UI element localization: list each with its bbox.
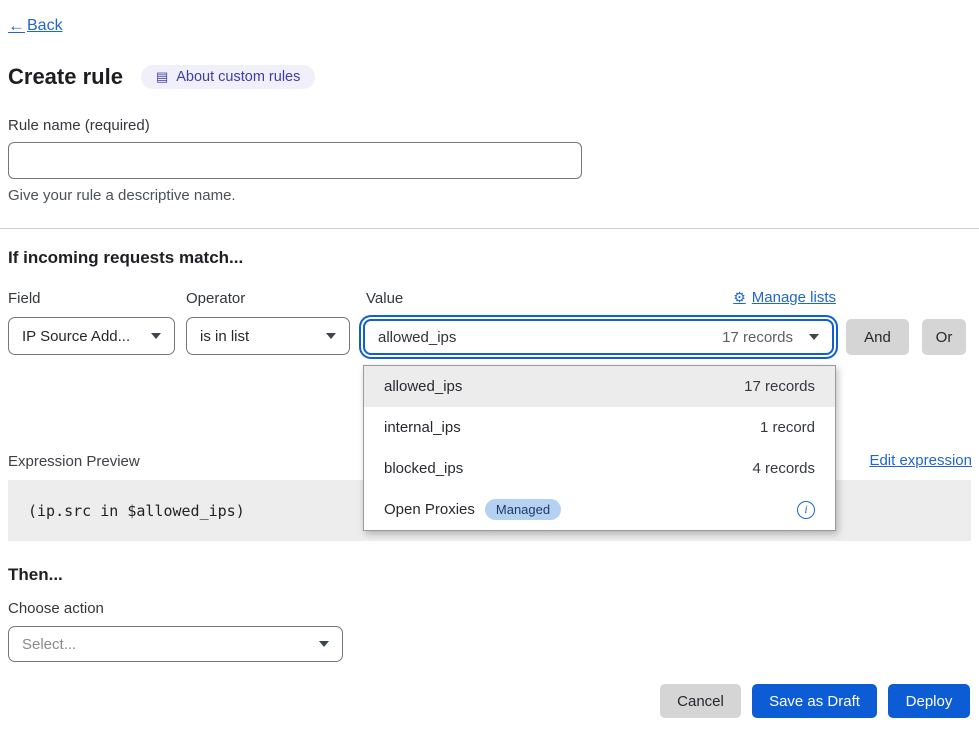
edit-expression-link[interactable]: Edit expression	[869, 452, 972, 469]
then-section-title: Then...	[8, 565, 63, 585]
list-option-record-count: 1 record	[760, 419, 815, 436]
and-button[interactable]: And	[846, 319, 909, 355]
manage-lists-link[interactable]: ⚙ Manage lists	[733, 289, 836, 306]
managed-badge: Managed	[485, 499, 561, 520]
cancel-button[interactable]: Cancel	[660, 684, 741, 718]
list-option-allowed-ips[interactable]: allowed_ips 17 records	[364, 366, 835, 407]
list-option-open-proxies[interactable]: Open Proxies Managed i	[364, 489, 835, 530]
rule-name-input[interactable]	[8, 142, 582, 179]
arrow-left-icon: ←	[8, 16, 25, 36]
list-option-record-count: 17 records	[744, 378, 815, 395]
save-as-draft-button[interactable]: Save as Draft	[752, 684, 877, 718]
operator-label: Operator	[186, 290, 245, 307]
field-select-value: IP Source Add...	[22, 328, 130, 345]
field-select[interactable]: IP Source Add...	[8, 317, 175, 355]
value-select-value: allowed_ips	[378, 329, 456, 346]
list-option-record-count: 4 records	[752, 460, 815, 477]
gear-icon: ⚙	[733, 289, 746, 306]
about-custom-rules-link[interactable]: ▤ About custom rules	[141, 65, 315, 89]
or-button[interactable]: Or	[922, 319, 966, 355]
field-label: Field	[8, 290, 41, 307]
info-icon[interactable]: i	[797, 501, 815, 519]
page-header: Create rule ▤ About custom rules	[8, 64, 315, 90]
operator-select[interactable]: is in list	[186, 317, 350, 355]
list-option-internal-ips[interactable]: internal_ips 1 record	[364, 407, 835, 448]
choose-action-label: Choose action	[8, 600, 104, 617]
action-select-placeholder: Select...	[22, 636, 76, 653]
manage-lists-label: Manage lists	[752, 289, 836, 306]
value-select[interactable]: allowed_ips 17 records	[363, 319, 834, 355]
operator-select-value: is in list	[200, 328, 249, 345]
book-icon: ▤	[156, 69, 168, 85]
back-link[interactable]: ←Back	[8, 16, 63, 36]
list-option-blocked-ips[interactable]: blocked_ips 4 records	[364, 448, 835, 489]
match-section-title: If incoming requests match...	[8, 248, 243, 268]
about-custom-rules-label: About custom rules	[176, 69, 300, 85]
rule-name-help-text: Give your rule a descriptive name.	[8, 187, 236, 204]
value-dropdown-menu: allowed_ips 17 records internal_ips 1 re…	[363, 365, 836, 531]
list-option-name: blocked_ips	[384, 460, 463, 477]
deploy-button[interactable]: Deploy	[888, 684, 970, 718]
chevron-down-icon	[326, 333, 336, 339]
page-title: Create rule	[8, 64, 123, 90]
list-option-name: Open Proxies	[384, 501, 475, 518]
action-select[interactable]: Select...	[8, 626, 343, 662]
expression-code: (ip.src in $allowed_ips)	[28, 502, 245, 520]
rule-name-label: Rule name (required)	[8, 117, 150, 134]
chevron-down-icon	[151, 333, 161, 339]
chevron-down-icon	[809, 334, 819, 340]
value-label: Value	[366, 290, 403, 307]
chevron-down-icon	[319, 641, 329, 647]
section-divider	[0, 228, 979, 229]
expression-preview-label: Expression Preview	[8, 453, 140, 470]
value-select-record-count: 17 records	[722, 329, 793, 346]
back-label: Back	[27, 17, 63, 35]
list-option-name: allowed_ips	[384, 378, 462, 395]
list-option-name: internal_ips	[384, 419, 461, 436]
